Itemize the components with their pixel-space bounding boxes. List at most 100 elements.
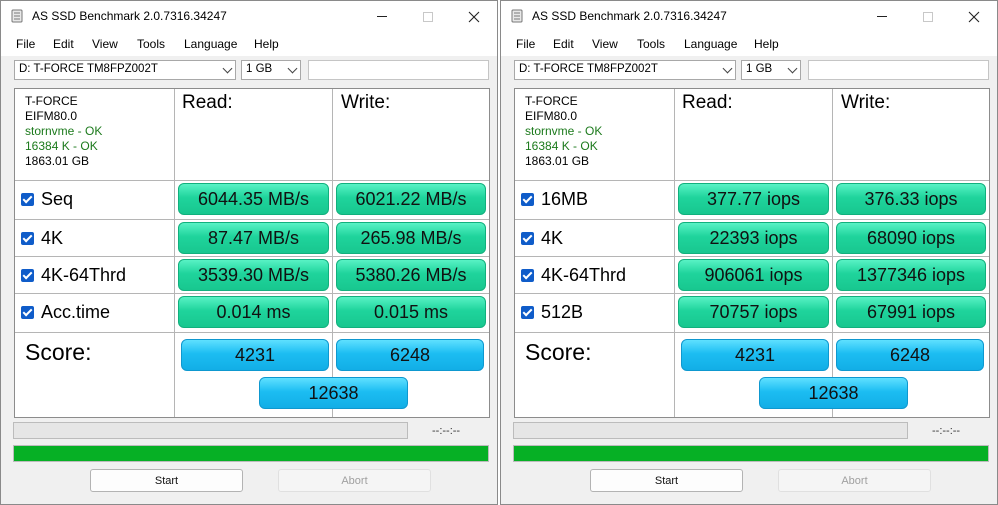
status-field [308,60,489,80]
chevron-down-icon [722,63,733,74]
read-result: 906061 iops [678,259,829,291]
write-result: 265.98 MB/s [336,222,486,254]
start-button[interactable]: Start [90,469,243,492]
minimize-icon [377,16,387,17]
abort-button[interactable]: Abort [278,469,431,492]
menu-file[interactable]: File [16,37,35,51]
elapsed-time: --:--:-- [432,425,461,437]
maximize-button[interactable] [405,1,451,32]
read-result: 3539.30 MB/s [178,259,329,291]
driver-status: stornvme - OK [525,124,603,138]
menu-tools[interactable]: Tools [137,37,165,51]
drive-model: T-FORCE [25,94,78,108]
checkbox-icon[interactable] [521,192,534,206]
test-size-select[interactable]: 1 GB [741,60,801,80]
chevron-down-icon [787,63,798,74]
driver-status: stornvme - OK [25,124,103,138]
overall-progress-bar [13,445,489,462]
write-result: 68090 iops [836,222,986,254]
test-size-value: 1 GB [246,63,273,75]
read-result: 0.014 ms [178,296,329,328]
write-result: 5380.26 MB/s [336,259,486,291]
write-result: 376.33 iops [836,183,986,215]
read-result: 70757 iops [678,296,829,328]
test-label: Seq [41,188,74,209]
minimize-icon [877,16,887,17]
checkbox-icon[interactable] [21,192,34,206]
menu-tools[interactable]: Tools [637,37,665,51]
drive-capacity: 1863.01 GB [25,154,90,168]
test-row-acc-time[interactable]: Acc.time [21,302,110,322]
write-result: 6021.22 MB/s [336,183,486,215]
window-title: AS SSD Benchmark 2.0.7316.34247 [532,9,727,23]
title-bar: AS SSD Benchmark 2.0.7316.34247 [501,1,997,32]
read-result: 22393 iops [678,222,829,254]
test-size-value: 1 GB [746,63,773,75]
status-field [808,60,989,80]
close-button[interactable] [451,1,497,32]
checkbox-icon[interactable] [21,305,34,319]
test-row-4k-64thrd[interactable]: 4K-64Thrd [21,265,126,285]
test-label: 4K-64Thrd [41,264,127,285]
checkbox-icon[interactable] [521,268,534,282]
start-button[interactable]: Start [590,469,743,492]
test-row-4k[interactable]: 4K [521,228,563,248]
test-row-512b[interactable]: 512B [521,302,583,322]
close-button[interactable] [951,1,997,32]
test-row-4k-64thrd[interactable]: 4K-64Thrd [521,265,626,285]
read-score: 4231 [181,339,329,371]
drive-select[interactable]: D: T-FORCE TM8FPZ002T [514,60,736,80]
results-grid: T-FORCE EIFM80.0 stornvme - OK 16384 K -… [14,88,490,418]
menu-edit[interactable]: Edit [553,37,574,51]
read-score: 4231 [681,339,829,371]
minimize-button[interactable] [359,1,405,32]
results-grid: T-FORCE EIFM80.0 stornvme - OK 16384 K -… [514,88,990,418]
checkbox-icon[interactable] [521,305,534,319]
read-result: 6044.35 MB/s [178,183,329,215]
chevron-down-icon [287,63,298,74]
drive-info: T-FORCE EIFM80.0 stornvme - OK 16384 K -… [525,94,602,169]
menu-edit[interactable]: Edit [53,37,74,51]
write-header: Write: [341,92,391,113]
drive-capacity: 1863.01 GB [525,154,590,168]
app-icon [511,9,523,23]
alignment-status: 16384 K - OK [525,139,598,153]
checkbox-icon[interactable] [21,268,34,282]
test-label: 512B [541,301,584,322]
drive-firmware: EIFM80.0 [525,109,578,123]
write-score: 6248 [836,339,984,371]
score-label: Score: [525,339,592,365]
menu-view[interactable]: View [592,37,618,51]
close-icon [468,11,480,22]
window-title: AS SSD Benchmark 2.0.7316.34247 [32,9,227,23]
checkbox-icon[interactable] [21,231,34,245]
write-header: Write: [841,92,891,113]
minimize-button[interactable] [859,1,905,32]
abort-button[interactable]: Abort [778,469,931,492]
menu-language[interactable]: Language [684,37,737,51]
test-row-16mb[interactable]: 16MB [521,189,588,209]
drive-select[interactable]: D: T-FORCE TM8FPZ002T [14,60,236,80]
test-progress-bar [13,422,408,439]
menu-help[interactable]: Help [754,37,779,51]
test-size-select[interactable]: 1 GB [241,60,301,80]
menu-language[interactable]: Language [184,37,237,51]
write-result: 67991 iops [836,296,986,328]
menu-file[interactable]: File [516,37,535,51]
maximize-button[interactable] [905,1,951,32]
read-result: 87.47 MB/s [178,222,329,254]
test-label: 16MB [541,188,589,209]
close-icon [968,11,980,22]
write-result: 0.015 ms [336,296,486,328]
test-row-4k[interactable]: 4K [21,228,63,248]
read-result: 377.77 iops [678,183,829,215]
menu-help[interactable]: Help [254,37,279,51]
drive-info: T-FORCE EIFM80.0 stornvme - OK 16384 K -… [25,94,102,169]
menu-view[interactable]: View [92,37,118,51]
checkbox-icon[interactable] [521,231,534,245]
drive-firmware: EIFM80.0 [25,109,78,123]
test-label: Acc.time [41,301,111,322]
test-label: 4K [541,227,564,248]
test-row-seq[interactable]: Seq [21,189,73,209]
total-score: 12638 [759,377,908,409]
